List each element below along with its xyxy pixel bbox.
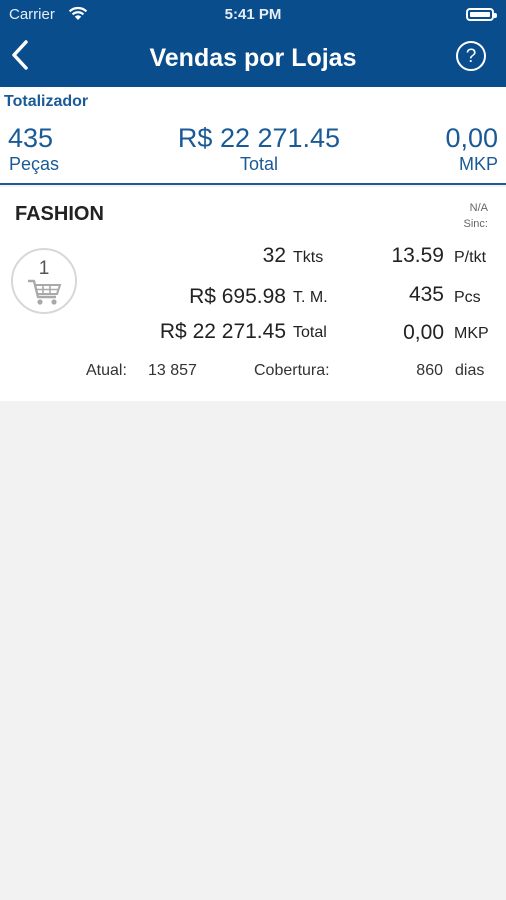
coverage-label: Cobertura:: [254, 362, 330, 379]
pieces-unit: Pcs: [454, 289, 481, 306]
page-title: Vendas por Lojas: [149, 44, 357, 72]
totals-mkp-label: MKP: [458, 154, 498, 174]
coverage-unit: dias: [455, 362, 485, 379]
help-button[interactable]: ?: [456, 41, 486, 71]
battery-icon: [466, 8, 497, 21]
store-mkp-unit: MKP: [454, 325, 489, 342]
store-total-value: R$ 22 271.45: [159, 320, 286, 343]
pieces-value: 435: [408, 283, 444, 306]
pieces-per-ticket-unit: P/tkt: [454, 249, 487, 266]
cart-badge[interactable]: 1: [11, 248, 77, 314]
store-mkp-value: 0,00: [403, 321, 444, 344]
clock: 5:41 PM: [224, 6, 282, 23]
average-ticket-unit: T. M.: [293, 289, 328, 306]
cart-count: 1: [38, 258, 50, 279]
tickets-value: 32: [262, 244, 286, 267]
pieces-per-ticket-value: 13.59: [391, 244, 444, 267]
totals-panel: Totalizador 435 Peças R$ 22 271.45 Total…: [0, 87, 506, 185]
sync-status: N/A: [469, 202, 488, 214]
navigation-bar: Carrier 5:41 PM Vendas por Lojas ?: [0, 0, 506, 87]
tickets-unit: Tkts: [293, 249, 324, 266]
store-card[interactable]: FASHION N/A Sinc: 1 32 Tkts 13.59 P/tkt …: [0, 187, 506, 401]
stock-label: Atual:: [86, 362, 127, 379]
help-icon: ?: [465, 46, 477, 67]
store-name: FASHION: [15, 203, 104, 225]
sync-label: Sinc:: [463, 218, 488, 230]
status-bar: Carrier 5:41 PM: [0, 0, 506, 30]
coverage-value: 860: [416, 362, 443, 379]
average-ticket-value: R$ 695.98: [189, 285, 286, 308]
shopping-cart-icon: [28, 279, 62, 305]
totals-label: Totalizador: [4, 93, 89, 110]
totals-mkp-value: 0,00: [445, 123, 498, 153]
store-total-unit: Total: [293, 324, 327, 341]
totals-total-value: R$ 22 271.45: [177, 123, 341, 153]
totals-total-label: Total: [239, 154, 279, 174]
stock-value: 13 857: [148, 362, 197, 379]
